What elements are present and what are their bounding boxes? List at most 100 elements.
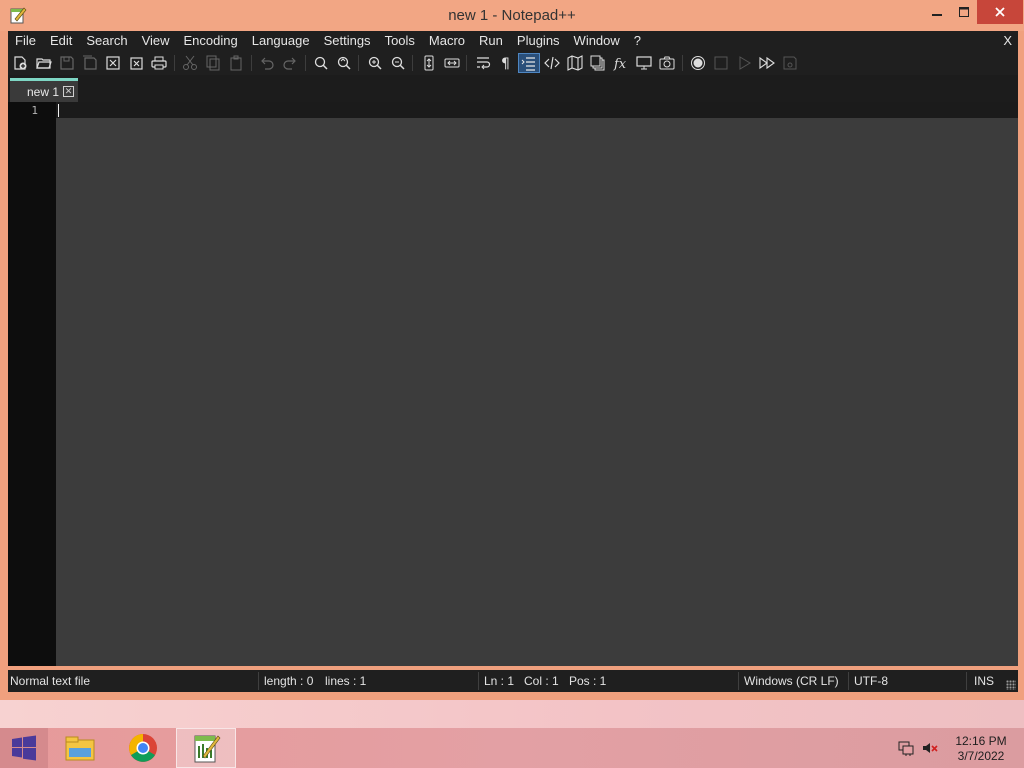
run-macro-multiple-icon[interactable] <box>758 54 776 72</box>
record-macro-icon[interactable] <box>689 54 707 72</box>
text-caret <box>58 104 59 117</box>
close-all-icon[interactable] <box>127 54 145 72</box>
close-window-button[interactable] <box>977 0 1023 24</box>
toolbar-divider <box>358 55 359 71</box>
document-list-icon[interactable] <box>589 54 607 72</box>
status-eol[interactable]: Windows (CR LF) <box>744 674 839 688</box>
file-explorer-button[interactable] <box>50 728 110 768</box>
indent-guide-icon[interactable] <box>518 53 540 73</box>
toolbar: ¶ fx <box>8 51 1018 75</box>
status-divider <box>848 672 849 690</box>
minimize-icon <box>932 14 942 16</box>
menu-run[interactable]: Run <box>472 31 510 51</box>
zoom-in-icon[interactable] <box>366 54 384 72</box>
find-icon[interactable] <box>312 54 330 72</box>
function-list-icon[interactable]: fx <box>612 54 630 72</box>
start-icon <box>12 735 36 761</box>
cut-icon[interactable] <box>181 54 199 72</box>
new-file-icon[interactable] <box>11 54 29 72</box>
save-macro-icon[interactable] <box>781 54 799 72</box>
zoom-out-icon[interactable] <box>389 54 407 72</box>
tab-label: new 1 <box>27 84 60 99</box>
save-icon[interactable] <box>58 54 76 72</box>
volume-muted-icon[interactable] <box>922 740 938 756</box>
tab-close-icon[interactable]: ✕ <box>63 86 74 97</box>
status-lines: lines : 1 <box>325 674 367 688</box>
menu-tools[interactable]: Tools <box>378 31 422 51</box>
toolbar-divider <box>682 55 683 71</box>
menu-encoding[interactable]: Encoding <box>177 31 245 51</box>
svg-text:fx: fx <box>613 57 627 71</box>
chrome-icon <box>129 734 157 762</box>
menu-view[interactable]: View <box>135 31 177 51</box>
play-macro-icon[interactable] <box>735 54 753 72</box>
paste-icon[interactable] <box>227 54 245 72</box>
line-number-gutter: 1 <box>8 102 56 666</box>
status-length: length : 0 <box>264 674 314 688</box>
maximize-button[interactable] <box>950 0 978 24</box>
menu-window[interactable]: Window <box>567 31 627 51</box>
menu-macro[interactable]: Macro <box>422 31 472 51</box>
status-divider <box>478 672 479 690</box>
print-icon[interactable] <box>150 54 168 72</box>
toolbar-divider <box>412 55 413 71</box>
screenshot-icon[interactable] <box>658 54 676 72</box>
title-bar[interactable]: new 1 - Notepad++ <box>0 0 1024 31</box>
toolbar-divider <box>305 55 306 71</box>
close-document-button[interactable]: X <box>1003 31 1012 51</box>
notepad-plus-plus-icon <box>194 735 221 763</box>
toolbar-divider <box>174 55 175 71</box>
current-line-highlight <box>56 102 1018 118</box>
tab-new-1[interactable]: new 1 ✕ <box>10 78 78 102</box>
status-pos: Pos : 1 <box>569 674 607 688</box>
sync-vertical-icon[interactable] <box>420 54 438 72</box>
menu-settings[interactable]: Settings <box>317 31 378 51</box>
desktop-wallpaper <box>0 700 1024 728</box>
clock-date: 3/7/2022 <box>957 749 1005 763</box>
taskbar: 12:16 PM 3/7/2022 <box>0 728 1024 768</box>
chrome-button[interactable] <box>113 728 173 768</box>
notepad-plus-plus-taskbar-button[interactable] <box>176 728 236 768</box>
resize-grip[interactable] <box>1006 680 1016 690</box>
status-insert-mode[interactable]: INS <box>974 674 994 688</box>
file-explorer-icon <box>65 736 95 761</box>
copy-icon[interactable] <box>204 54 222 72</box>
redo-icon[interactable] <box>281 54 299 72</box>
editor-area[interactable]: 1 <box>8 102 1018 666</box>
menu-language[interactable]: Language <box>245 31 317 51</box>
close-icon[interactable] <box>104 54 122 72</box>
status-encoding[interactable]: UTF-8 <box>854 674 888 688</box>
status-divider <box>738 672 739 690</box>
stop-macro-icon[interactable] <box>712 54 730 72</box>
sync-horizontal-icon[interactable] <box>443 54 461 72</box>
status-divider <box>258 672 259 690</box>
save-all-icon[interactable] <box>81 54 99 72</box>
monitor-icon[interactable] <box>635 54 653 72</box>
word-wrap-icon[interactable] <box>474 54 492 72</box>
status-ln: Ln : 1 <box>484 674 515 688</box>
svg-text:¶: ¶ <box>501 56 510 71</box>
system-clock[interactable]: 12:16 PM 3/7/2022 <box>950 734 1012 764</box>
undo-icon[interactable] <box>258 54 276 72</box>
menu-help[interactable]: ? <box>627 31 648 51</box>
minimize-button[interactable] <box>922 0 952 24</box>
menu-bar: File Edit Search View Encoding Language … <box>8 31 1018 51</box>
menu-file[interactable]: File <box>8 31 43 51</box>
language-tag-icon[interactable] <box>543 54 561 72</box>
menu-plugins[interactable]: Plugins <box>510 31 567 51</box>
show-all-characters-icon[interactable]: ¶ <box>497 54 515 72</box>
menu-search[interactable]: Search <box>79 31 134 51</box>
tab-bar: new 1 ✕ <box>8 75 1018 102</box>
line-number: 1 <box>31 104 38 117</box>
window-title: new 1 - Notepad++ <box>448 7 576 24</box>
menu-edit[interactable]: Edit <box>43 31 79 51</box>
replace-icon[interactable] <box>335 54 353 72</box>
document-map-icon[interactable] <box>566 54 584 72</box>
status-bar: Normal text file length : 0 lines : 1 Ln… <box>8 670 1018 692</box>
start-button[interactable] <box>0 728 48 768</box>
open-file-icon[interactable] <box>35 54 53 72</box>
network-icon[interactable] <box>898 740 914 756</box>
clock-time: 12:16 PM <box>955 734 1007 748</box>
status-file-type: Normal text file <box>10 674 91 688</box>
toolbar-divider <box>251 55 252 71</box>
